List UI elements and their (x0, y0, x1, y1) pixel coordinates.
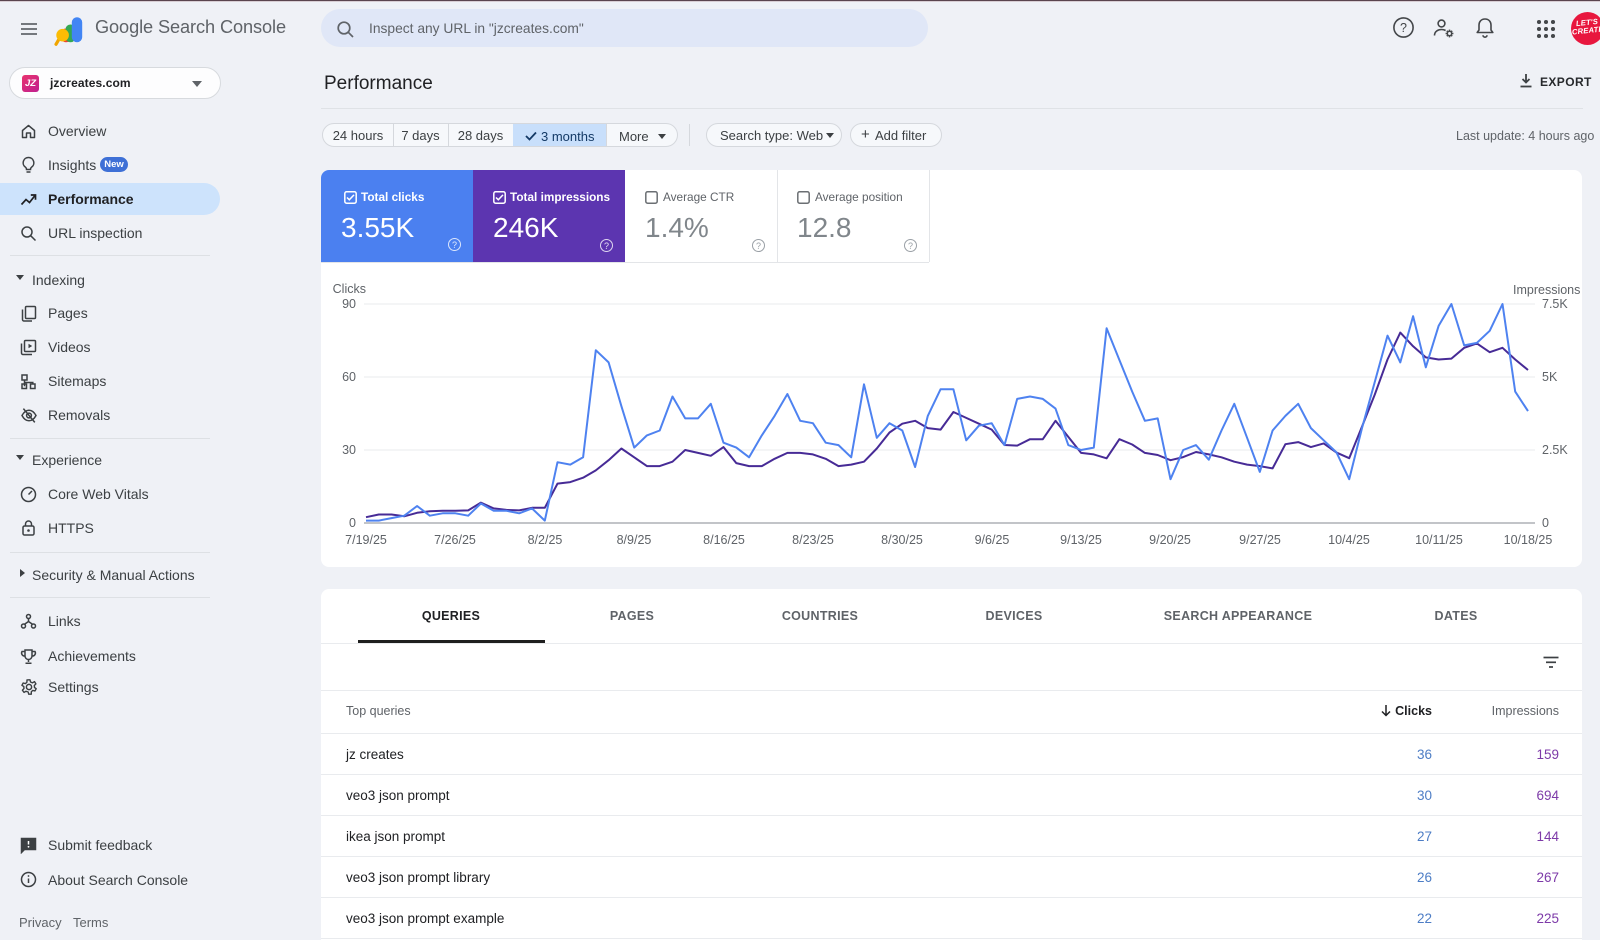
svg-text:7.5K: 7.5K (1542, 297, 1568, 311)
svg-text:9/13/25: 9/13/25 (1060, 533, 1102, 547)
svg-text:9/6/25: 9/6/25 (975, 533, 1010, 547)
svg-text:0: 0 (1542, 516, 1549, 530)
svg-text:60: 60 (342, 370, 356, 384)
svg-text:8/30/25: 8/30/25 (881, 533, 923, 547)
svg-text:8/23/25: 8/23/25 (792, 533, 834, 547)
svg-text:9/27/25: 9/27/25 (1239, 533, 1281, 547)
svg-text:2.5K: 2.5K (1542, 443, 1568, 457)
svg-text:8/16/25: 8/16/25 (703, 533, 745, 547)
svg-text:10/11/25: 10/11/25 (1415, 533, 1463, 547)
svg-text:7/19/25: 7/19/25 (345, 533, 387, 547)
svg-text:8/9/25: 8/9/25 (617, 533, 652, 547)
svg-text:Clicks: Clicks (333, 282, 366, 296)
svg-text:9/20/25: 9/20/25 (1149, 533, 1191, 547)
svg-text:10/4/25: 10/4/25 (1328, 533, 1370, 547)
svg-text:?: ? (1400, 21, 1407, 35)
svg-text:Impressions: Impressions (1513, 283, 1580, 297)
svg-text:0: 0 (349, 516, 356, 530)
svg-text:5K: 5K (1542, 370, 1558, 384)
svg-text:90: 90 (342, 297, 356, 311)
svg-text:10/18/25: 10/18/25 (1504, 533, 1553, 547)
svg-text:8/2/25: 8/2/25 (528, 533, 563, 547)
svg-text:30: 30 (342, 443, 356, 457)
svg-text:7/26/25: 7/26/25 (434, 533, 476, 547)
